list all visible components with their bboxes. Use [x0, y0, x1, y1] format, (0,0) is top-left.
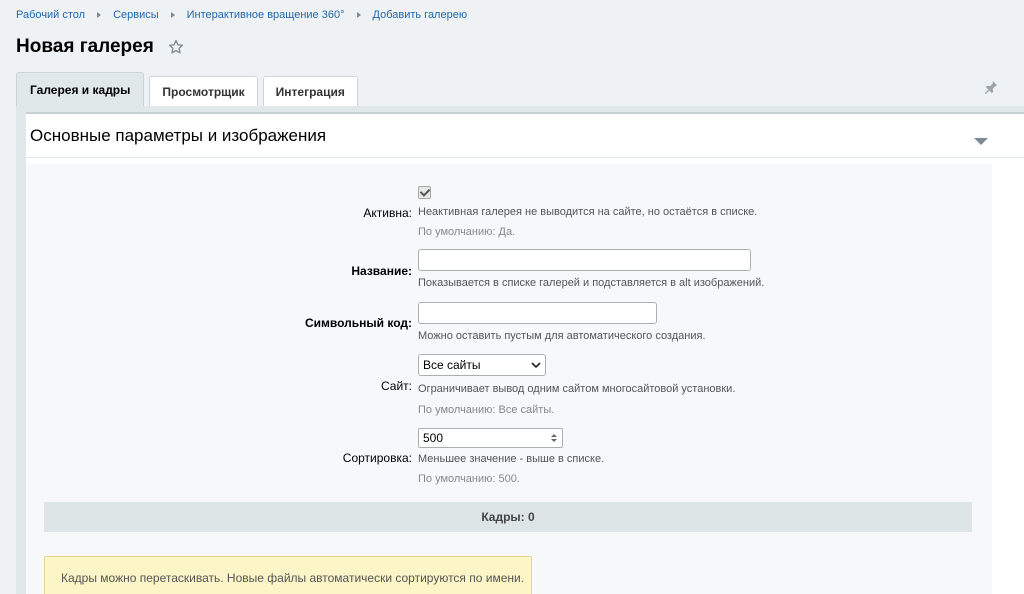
sort-input[interactable]: 500 — [418, 428, 563, 448]
breadcrumb-item-rotation-360[interactable]: Интерактивное вращение 360° — [187, 9, 345, 21]
breadcrumb: Рабочий стол Сервисы Интерактивное враще… — [16, 9, 467, 21]
site-label: Сайт: — [380, 379, 412, 393]
site-select[interactable]: Все сайты — [418, 354, 546, 376]
name-hint: Показывается в списке галерей и подставл… — [418, 277, 765, 289]
tab-content-panel: Основные параметры и изображения Активна… — [16, 106, 1024, 594]
sort-hint: Меньшее значение - выше в списке. — [418, 453, 605, 465]
breadcrumb-item-add-gallery[interactable]: Добавить галерею — [373, 9, 468, 21]
page-title: Новая галерея — [16, 36, 154, 57]
code-input[interactable] — [418, 302, 657, 324]
code-label: Символьный код: — [304, 316, 412, 330]
form-area: Активна: Неактивная галерея не выводится… — [26, 164, 992, 594]
site-default: По умолчанию: Все сайты. — [418, 404, 555, 416]
active-label: Активна: — [363, 206, 412, 220]
breadcrumb-separator-icon — [356, 12, 361, 18]
section-title: Основные параметры и изображения — [30, 125, 327, 145]
section-header[interactable]: Основные параметры и изображения — [26, 114, 1024, 158]
sort-default: По умолчанию: 500. — [418, 473, 520, 485]
sort-label: Сортировка: — [342, 451, 412, 465]
tab-gallery-frames[interactable]: Галерея и кадры — [16, 72, 145, 106]
drag-notice: Кадры можно перетаскивать. Новые файлы а… — [44, 556, 532, 594]
site-hint: Ограничивает вывод одним сайтом многосай… — [418, 383, 736, 395]
spinner-icon[interactable] — [550, 433, 558, 443]
sort-input-value: 500 — [423, 431, 444, 445]
active-checkbox[interactable] — [418, 186, 431, 199]
tab-viewer[interactable]: Просмотрщик — [149, 76, 258, 106]
breadcrumb-separator-icon — [170, 12, 175, 18]
site-select-value: Все сайты — [423, 358, 481, 372]
page-header: Новая галерея — [16, 36, 184, 58]
active-hint: Неактивная галерея не выводится на сайте… — [418, 206, 758, 218]
code-hint: Можно оставить пустым для автоматическог… — [418, 330, 706, 342]
tab-bar: Галерея и кадры Просмотрщик Интеграция — [16, 72, 363, 106]
frames-header: Кадры: 0 — [44, 502, 972, 532]
breadcrumb-separator-icon — [97, 12, 102, 18]
chevron-down-icon — [531, 361, 541, 368]
collapse-triangle-icon[interactable] — [974, 138, 988, 145]
tab-integration[interactable]: Интеграция — [262, 76, 358, 106]
breadcrumb-item-desktop[interactable]: Рабочий стол — [16, 9, 85, 21]
star-icon[interactable] — [168, 39, 184, 55]
active-default: По умолчанию: Да. — [418, 226, 516, 238]
breadcrumb-item-services[interactable]: Сервисы — [113, 9, 159, 21]
name-label: Название: — [351, 264, 412, 278]
section-card: Основные параметры и изображения Активна… — [26, 112, 1024, 594]
name-input[interactable] — [418, 249, 751, 271]
active-field — [418, 186, 431, 199]
pin-icon[interactable] — [984, 80, 998, 94]
